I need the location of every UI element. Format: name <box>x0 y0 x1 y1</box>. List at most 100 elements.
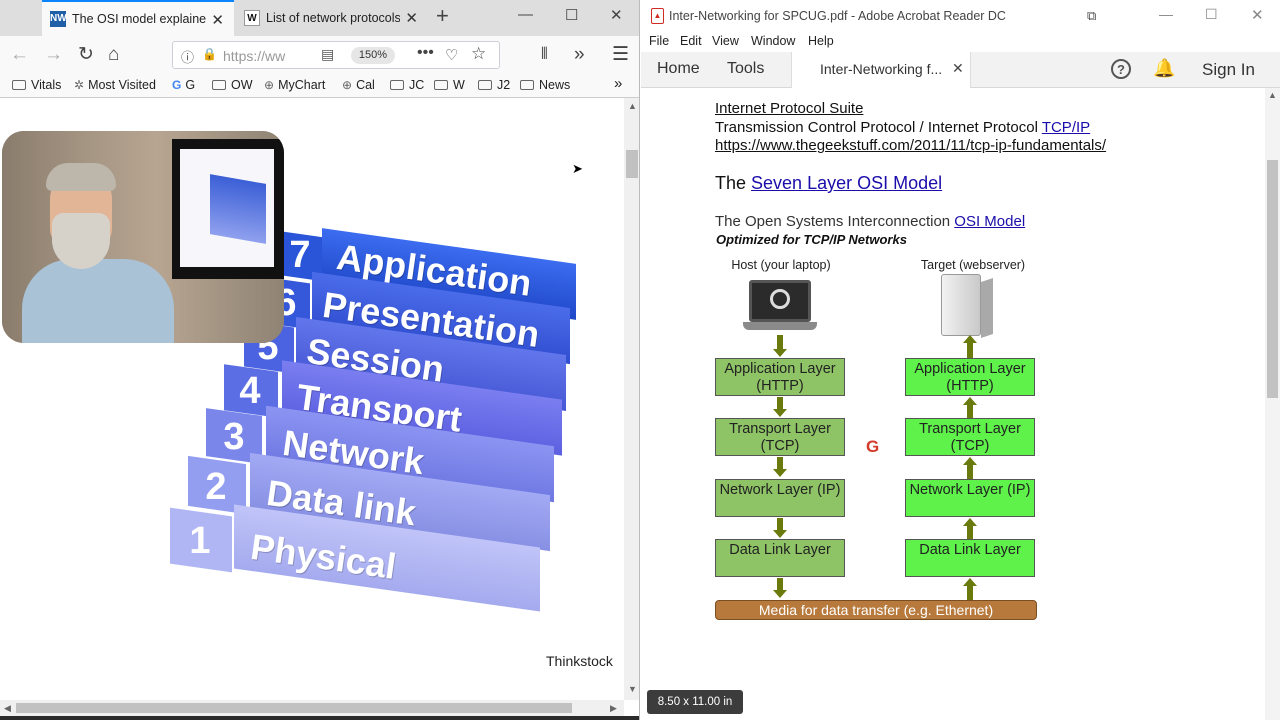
osi-model-link[interactable]: OSI Model <box>954 213 1025 230</box>
tools-tab[interactable]: Tools <box>727 60 764 78</box>
tab-label: List of network protocols <box>266 11 400 25</box>
reload-icon[interactable]: ↻ <box>78 43 94 67</box>
bookmark-vitals[interactable]: Vitals <box>12 78 61 92</box>
pdf-vertical-scrollbar[interactable]: ▲ <box>1265 88 1280 720</box>
pdf-icon: ▲ <box>651 8 664 24</box>
bookmark-label: Vitals <box>31 78 62 92</box>
seven-layer-heading: The Seven Layer OSI Model <box>715 173 942 194</box>
close-tab-icon[interactable]: ✕ <box>405 9 418 27</box>
geekstuff-url-link[interactable]: https://www.thegeekstuff.com/2011/11/tcp… <box>715 137 1106 154</box>
tab-osi-model[interactable]: NW The OSI model explained ✕ <box>42 0 234 36</box>
menu-view[interactable]: View <box>712 34 739 48</box>
page-size-indicator: 8.50 x 11.00 in <box>647 690 743 714</box>
bookmark-label: J2 <box>497 78 511 92</box>
menu-file[interactable]: File <box>649 34 669 48</box>
bookmarks-overflow-icon[interactable]: » <box>614 75 622 92</box>
target-arrow-icon <box>963 457 977 479</box>
bookmark-w[interactable]: W <box>434 78 465 92</box>
google-icon: G <box>172 78 182 92</box>
zoom-level-badge[interactable]: 150% <box>351 47 395 64</box>
wikipedia-favicon-icon: W <box>244 10 260 26</box>
seven-layer-link[interactable]: Seven Layer OSI Model <box>751 173 942 193</box>
new-tab-button[interactable]: + <box>436 3 449 29</box>
bookmark-google[interactable]: GG <box>172 78 195 92</box>
folder-icon <box>212 80 226 90</box>
horizontal-scrollbar[interactable]: ◀ ▶ <box>0 700 624 716</box>
close-window-icon[interactable]: ✕ <box>610 6 623 24</box>
document-tab[interactable]: Inter-Networking f... ✕ <box>791 52 971 88</box>
url-bar[interactable]: ⓘ 🔒 https://ww ▤ 150% ••• ♡ ☆ <box>172 41 500 69</box>
bookmarks-toolbar: Vitals ✲ Most Visited GG OW ⊕ MyChart ⊕ Cal… <box>0 74 639 98</box>
menu-bar: File Edit View Window Help <box>641 32 1280 52</box>
acrobat-toolbar: Home Tools Inter-Networking f... ✕ ? 🔔 S… <box>641 52 1280 88</box>
presenter-shirt <box>22 259 174 343</box>
osi-prefix: The Open Systems Interconnection <box>715 213 955 230</box>
home-tab[interactable]: Home <box>657 60 700 78</box>
tab-strip: NW The OSI model explained ✕ W List of n… <box>0 0 639 36</box>
forward-icon[interactable]: → <box>44 43 63 67</box>
minimize-icon[interactable]: — <box>518 6 533 23</box>
seven-layer-prefix: The <box>715 173 752 193</box>
scroll-thumb[interactable] <box>626 150 638 178</box>
sign-in-button[interactable]: Sign In <box>1202 60 1255 80</box>
folder-icon <box>520 80 534 90</box>
host-arrow-icon <box>773 457 787 479</box>
tcp-ip-link[interactable]: TCP/IP <box>1042 119 1090 136</box>
internet-protocol-suite-link[interactable]: Internet Protocol Suite <box>715 100 863 117</box>
bookmark-cal[interactable]: ⊕ Cal <box>342 78 375 92</box>
bookmark-label: G <box>185 78 196 92</box>
host-transport-layer: Transport Layer (TCP) <box>715 418 845 456</box>
url-input[interactable]: https://ww <box>223 48 287 64</box>
notifications-bell-icon[interactable]: 🔔 <box>1153 58 1175 79</box>
host-data-link-layer: Data Link Layer <box>715 539 845 577</box>
osi-heading: The Open Systems Interconnection OSI Mod… <box>715 213 1025 230</box>
close-document-icon[interactable]: ✕ <box>952 60 964 77</box>
overflow-chevron-icon[interactable]: » <box>574 43 585 67</box>
hamburger-menu-icon[interactable]: ☰ <box>612 43 629 67</box>
minimize-icon[interactable]: — <box>1159 6 1173 22</box>
menu-edit[interactable]: Edit <box>680 34 702 48</box>
scroll-up-icon[interactable]: ▲ <box>628 101 637 111</box>
scroll-down-icon[interactable]: ▼ <box>628 684 637 694</box>
bookmark-star-icon[interactable]: ☆ <box>471 44 486 64</box>
pocket-icon[interactable]: ♡ <box>445 46 458 64</box>
reader-view-icon[interactable]: ▤ <box>321 46 334 63</box>
maximize-icon[interactable]: ☐ <box>565 6 578 24</box>
lock-icon[interactable]: 🔒 <box>202 47 217 61</box>
window-title: Inter-Networking for SPCUG.pdf - Adobe A… <box>669 9 1006 23</box>
bookmark-mychart[interactable]: ⊕ MyChart <box>264 78 325 92</box>
maximize-icon[interactable]: ☐ <box>1205 6 1218 23</box>
close-tab-icon[interactable]: ✕ <box>211 11 224 29</box>
scroll-right-icon[interactable]: ▶ <box>610 703 617 714</box>
navigation-toolbar: ← → ↻ ⌂ ⓘ 🔒 https://ww ▤ 150% ••• ♡ ☆ ⫴ … <box>0 36 639 74</box>
home-icon[interactable]: ⌂ <box>108 43 119 67</box>
help-icon[interactable]: ? <box>1111 59 1131 79</box>
library-icon[interactable]: ⫴ <box>541 43 548 67</box>
info-icon[interactable]: ⓘ <box>181 47 194 66</box>
share-screen-icon[interactable]: ⧉ <box>1087 8 1096 24</box>
osi-number: 4 <box>239 370 261 412</box>
scroll-thumb[interactable] <box>16 703 572 713</box>
bookmark-jc[interactable]: JC <box>390 78 424 92</box>
networkworld-favicon-icon: NW <box>50 11 67 27</box>
scroll-left-icon[interactable]: ◀ <box>4 703 11 714</box>
menu-help[interactable]: Help <box>808 34 834 48</box>
host-network-layer: Network Layer (IP) <box>715 479 845 517</box>
mouse-cursor-icon: ➤ <box>572 161 583 176</box>
bookmark-ow[interactable]: OW <box>212 78 253 92</box>
scroll-up-icon[interactable]: ▲ <box>1268 90 1277 100</box>
bookmark-label: JC <box>409 78 425 92</box>
menu-window[interactable]: Window <box>751 34 795 48</box>
media-layer: Media for data transfer (e.g. Ethernet) <box>715 600 1037 620</box>
close-window-icon[interactable]: ✕ <box>1251 6 1264 24</box>
page-content: 7 Application 6 Presentation 5 Session 4… <box>0 98 624 700</box>
vertical-scrollbar[interactable]: ▲ ▼ <box>624 98 639 700</box>
back-icon[interactable]: ← <box>10 43 29 67</box>
bookmark-j2[interactable]: J2 <box>478 78 510 92</box>
bookmark-most-visited[interactable]: ✲ Most Visited <box>74 78 156 92</box>
page-actions-icon[interactable]: ••• <box>417 44 434 62</box>
document-tab-label: Inter-Networking f... <box>820 61 943 77</box>
bookmark-news[interactable]: News <box>520 78 570 92</box>
scroll-thumb[interactable] <box>1267 160 1278 398</box>
tab-network-protocols[interactable]: W List of network protocols ✕ <box>236 0 428 36</box>
